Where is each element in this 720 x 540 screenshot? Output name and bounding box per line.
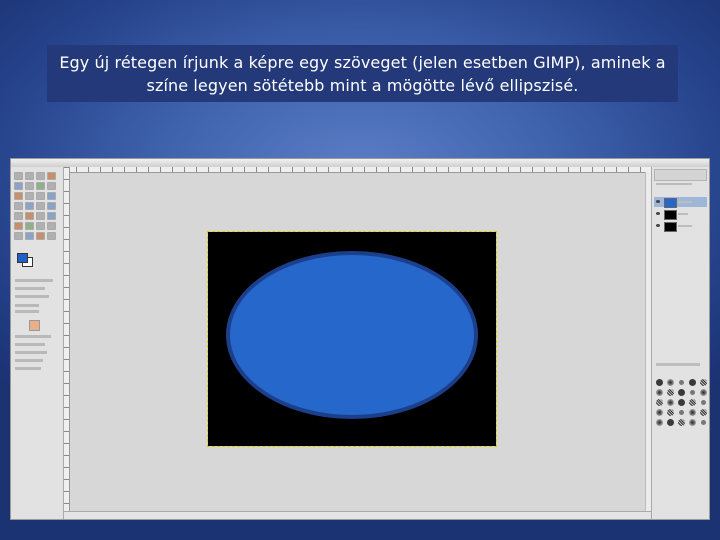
crop-tool-icon[interactable] <box>25 202 34 210</box>
color-picker-tool-icon[interactable] <box>14 192 23 200</box>
airbrush-tool-icon[interactable] <box>25 232 34 240</box>
brush-icon[interactable] <box>678 419 685 426</box>
brush-icon[interactable] <box>656 409 663 416</box>
tool-options-radio-2[interactable] <box>15 310 39 313</box>
foreground-select-tool-icon[interactable] <box>36 182 45 190</box>
smudge-tool-icon[interactable] <box>47 232 56 240</box>
tool-options-radio-1[interactable] <box>15 304 39 307</box>
slide-caption: Egy új rétegen írjunk a képre egy szöveg… <box>47 45 678 102</box>
toolbox-panel <box>11 167 64 519</box>
brush-icon[interactable] <box>678 389 685 396</box>
gimp-screenshot <box>10 158 710 520</box>
tool-options-checkbox-4[interactable] <box>15 367 41 370</box>
layers-opacity-slider[interactable] <box>656 183 692 185</box>
brush-icon[interactable] <box>667 379 674 386</box>
clone-tool-icon[interactable] <box>36 232 45 240</box>
brush-icon[interactable] <box>689 409 696 416</box>
layer-thumbnail <box>664 222 677 232</box>
tool-options-mode[interactable] <box>15 287 45 290</box>
image-layer[interactable] <box>207 231 497 447</box>
shear-tool-icon[interactable] <box>14 212 23 220</box>
layers-mode-selector[interactable] <box>654 169 707 181</box>
brushes-header <box>656 363 700 366</box>
brush-icon[interactable] <box>701 420 706 425</box>
blue-ellipse <box>226 251 478 419</box>
brush-icon[interactable] <box>700 389 707 396</box>
layers-dock <box>651 167 709 519</box>
pencil-tool-icon[interactable] <box>36 222 45 230</box>
brush-icon[interactable] <box>667 419 674 426</box>
eraser-tool-icon[interactable] <box>14 232 23 240</box>
fuzzy-select-tool-icon[interactable] <box>47 172 56 180</box>
move-tool-icon[interactable] <box>47 192 56 200</box>
brush-icon[interactable] <box>656 399 663 406</box>
measure-tool-icon[interactable] <box>36 192 45 200</box>
brush-icon[interactable] <box>679 410 684 415</box>
layer-thumbnail <box>664 198 677 208</box>
scale-tool-icon[interactable] <box>47 202 56 210</box>
brush-icon[interactable] <box>689 379 696 386</box>
tool-options-affected-area[interactable] <box>15 335 51 338</box>
rotate-tool-icon[interactable] <box>36 202 45 210</box>
layer-name <box>678 225 692 227</box>
text-tool-icon[interactable] <box>47 212 56 220</box>
eye-icon[interactable] <box>656 224 660 227</box>
brush-icon[interactable] <box>667 409 674 416</box>
tool-options-checkbox-1[interactable] <box>15 343 45 346</box>
vertical-ruler <box>64 167 70 511</box>
layer-name <box>678 201 692 203</box>
paths-tool-icon[interactable] <box>47 182 56 190</box>
brush-icon[interactable] <box>700 379 707 386</box>
blend-tool-icon[interactable] <box>25 222 34 230</box>
brush-icon[interactable] <box>679 380 684 385</box>
brush-icon[interactable] <box>701 400 706 405</box>
brush-icon[interactable] <box>678 399 685 406</box>
tool-options-opacity[interactable] <box>15 295 49 298</box>
layer-row[interactable] <box>654 209 707 220</box>
horizontal-ruler <box>64 167 651 173</box>
tool-grid <box>14 172 56 240</box>
scissors-tool-icon[interactable] <box>25 182 34 190</box>
brush-icon[interactable] <box>690 390 695 395</box>
free-select-tool-icon[interactable] <box>36 172 45 180</box>
zoom-tool-icon[interactable] <box>25 192 34 200</box>
image-canvas-area[interactable] <box>64 167 651 511</box>
bucket-fill-tool-icon[interactable] <box>14 222 23 230</box>
brush-icon[interactable] <box>667 399 674 406</box>
layer-row[interactable] <box>654 197 707 208</box>
layer-name <box>678 213 688 215</box>
rect-select-tool-icon[interactable] <box>14 172 23 180</box>
flip-tool-icon[interactable] <box>36 212 45 220</box>
brush-grid <box>656 379 708 426</box>
eye-icon[interactable] <box>656 212 660 215</box>
perspective-tool-icon[interactable] <box>25 212 34 220</box>
foreground-color-swatch[interactable] <box>17 253 28 263</box>
select-by-color-tool-icon[interactable] <box>14 182 23 190</box>
layer-thumbnail <box>664 210 677 220</box>
brush-icon[interactable] <box>667 389 674 396</box>
brush-icon[interactable] <box>700 409 707 416</box>
pattern-swatch[interactable] <box>29 320 40 331</box>
tool-options-header <box>15 279 53 282</box>
status-bar <box>64 511 651 519</box>
brush-icon[interactable] <box>656 379 663 386</box>
brush-icon[interactable] <box>656 419 663 426</box>
layer-row[interactable] <box>654 221 707 232</box>
tool-options-checkbox-3[interactable] <box>15 359 43 362</box>
brush-icon[interactable] <box>689 399 696 406</box>
eye-icon[interactable] <box>656 200 660 203</box>
paintbrush-tool-icon[interactable] <box>47 222 56 230</box>
fg-bg-colors[interactable] <box>17 253 33 267</box>
ellipse-select-tool-icon[interactable] <box>25 172 34 180</box>
brush-icon[interactable] <box>656 389 663 396</box>
brush-icon[interactable] <box>689 419 696 426</box>
align-tool-icon[interactable] <box>14 202 23 210</box>
tool-options-checkbox-2[interactable] <box>15 351 47 354</box>
